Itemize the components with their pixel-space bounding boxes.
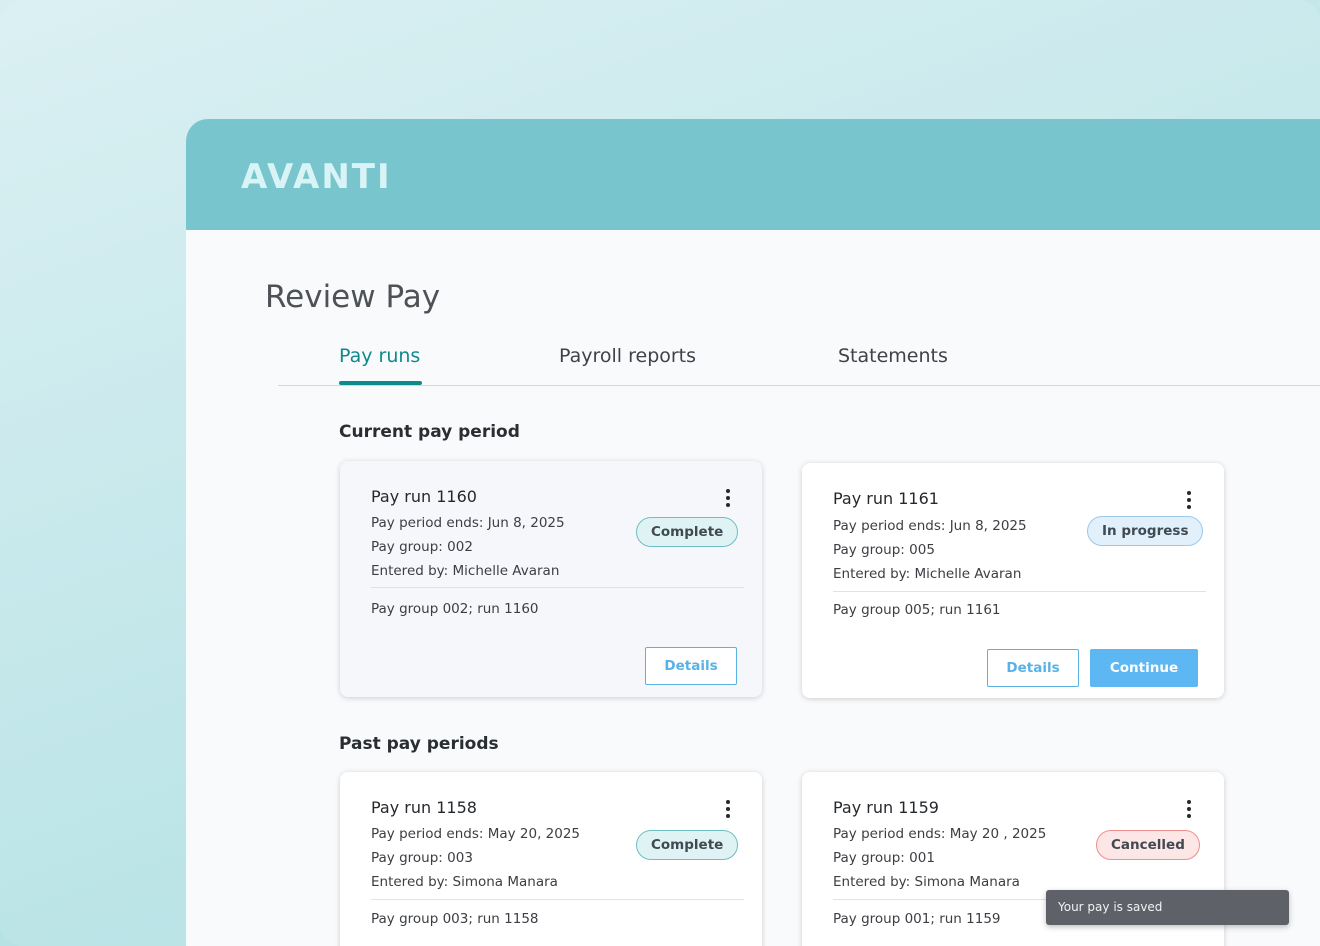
details-button[interactable]: Details [645, 647, 737, 685]
pay-period-ends: Pay period ends: May 20 , 2025 [833, 826, 1047, 842]
card-divider [833, 591, 1206, 592]
app-header: AVANTI [186, 119, 1320, 230]
brand-logo[interactable]: AVANTI [241, 157, 392, 197]
pay-run-card-1161: Pay run 1161 Pay period ends: Jun 8, 202… [802, 463, 1224, 698]
pay-group: Pay group: 005 [833, 542, 935, 558]
entered-by: Entered by: Michelle Avaran [371, 563, 560, 579]
card-title: Pay run 1160 [371, 487, 477, 506]
pay-group: Pay group: 002 [371, 539, 473, 555]
pay-period-ends: Pay period ends: Jun 8, 2025 [833, 518, 1027, 534]
status-badge: In progress [1087, 516, 1204, 546]
pay-group: Pay group: 001 [833, 850, 935, 866]
status-badge: Cancelled [1096, 830, 1200, 860]
tab-pay-runs[interactable]: Pay runs [339, 345, 420, 367]
entered-by: Entered by: Michelle Avaran [833, 566, 1022, 582]
tab-bar: Pay runs Payroll reports Statements [278, 341, 1320, 386]
pay-run-card-1160: Pay run 1160 Pay period ends: Jun 8, 202… [340, 461, 762, 697]
card-summary: Pay group 001; run 1159 [833, 911, 1001, 927]
tab-payroll-reports[interactable]: Payroll reports [559, 345, 696, 367]
entered-by: Entered by: Simona Manara [371, 874, 558, 890]
status-badge: Complete [636, 517, 739, 547]
section-title-past: Past pay periods [339, 734, 499, 754]
card-title: Pay run 1159 [833, 798, 939, 817]
toast-notification: Your pay is saved [1046, 890, 1289, 925]
section-title-current: Current pay period [339, 422, 520, 442]
page-title: Review Pay [265, 279, 441, 315]
card-summary: Pay group 002; run 1160 [371, 601, 539, 617]
card-divider [371, 587, 744, 588]
pay-period-ends: Pay period ends: May 20, 2025 [371, 826, 581, 842]
more-options-icon[interactable] [724, 800, 732, 818]
entered-by: Entered by: Simona Manara [833, 874, 1020, 890]
details-button[interactable]: Details [987, 649, 1079, 687]
more-options-icon[interactable] [1185, 800, 1193, 818]
tab-statements[interactable]: Statements [838, 345, 948, 367]
card-summary: Pay group 005; run 1161 [833, 602, 1001, 618]
card-title: Pay run 1161 [833, 489, 939, 508]
continue-button[interactable]: Continue [1090, 649, 1198, 687]
card-divider [371, 899, 744, 900]
card-summary: Pay group 003; run 1158 [371, 911, 539, 927]
pay-run-card-1158: Pay run 1158 Pay period ends: May 20, 20… [340, 772, 762, 946]
more-options-icon[interactable] [1185, 491, 1193, 509]
pay-period-ends: Pay period ends: Jun 8, 2025 [371, 515, 565, 531]
active-tab-indicator [339, 381, 422, 385]
pay-group: Pay group: 003 [371, 850, 473, 866]
more-options-icon[interactable] [724, 489, 732, 507]
card-title: Pay run 1158 [371, 798, 477, 817]
status-badge: Complete [636, 830, 739, 860]
